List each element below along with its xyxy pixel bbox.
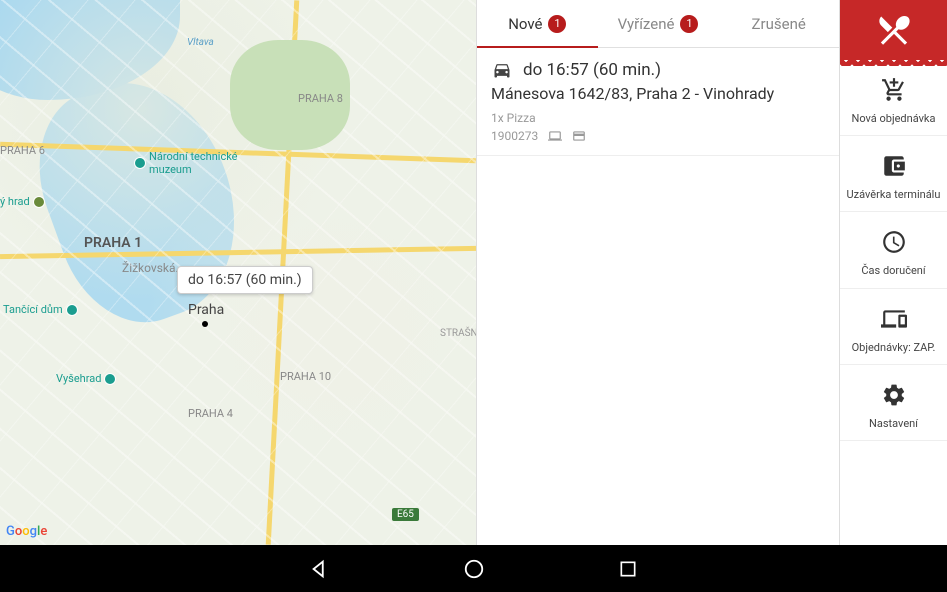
button-label: Uzávěrka terminálu [844,188,943,201]
map-water-label: Vltava [187,37,214,48]
home-button[interactable] [462,557,486,581]
tab-new[interactable]: Nové 1 [477,0,598,47]
tab-label: Zrušené [752,15,806,33]
order-address: Mánesova 1642/83, Praha 2 - Vinohrady [491,84,825,103]
map-district-label: PRAHA 8 [298,92,343,105]
devices-icon [844,305,943,333]
order-items: 1x Pizza [491,111,825,125]
order-tabs: Nové 1 Vyřízené 1 Zrušené [477,0,839,48]
sidebar: Nová objednávka Uzávěrka terminálu Čas d… [839,0,947,545]
button-label: Nastavení [844,417,943,430]
map-center-label: Praha [188,302,224,318]
map-district-label: PRAHA 6 [0,144,45,157]
settings-button[interactable]: Nastavení [840,365,947,441]
new-order-button[interactable]: Nová objednávka [840,60,947,136]
poi-marker-icon [134,157,146,169]
tab-done[interactable]: Vyřízené 1 [598,0,719,47]
wallet-icon [844,152,943,180]
poi-label: ý hrad [0,195,30,208]
button-label: Nová objednávka [844,112,943,125]
map-district-label: PRAHA 1 [84,235,142,251]
add-cart-icon [844,76,943,104]
order-time: do 16:57 (60 min.) [523,60,661,80]
map-poi[interactable]: Tančící dům [3,303,78,316]
map-center-marker-icon [202,321,208,327]
back-button[interactable] [308,557,332,581]
tab-label: Vyřízené [618,15,675,33]
clock-icon [844,228,943,256]
map-poi[interactable]: Národní technické muzeum [134,150,238,176]
tab-badge: 1 [680,15,698,33]
poi-label: Národní technické muzeum [149,150,238,176]
poi-label: Tančící dům [3,303,63,316]
tab-label: Nové [508,15,542,33]
tab-cancelled[interactable]: Zrušené [718,0,839,47]
google-logo: Google [6,524,47,539]
terminal-close-button[interactable]: Uzávěrka terminálu [840,136,947,212]
map-tooltip[interactable]: do 16:57 (60 min.) [177,266,313,294]
recents-button[interactable] [616,557,640,581]
map-road-label: STRAŠN [440,328,476,339]
map-poi[interactable]: Vyšehrad [56,372,116,385]
orders-panel: Nové 1 Vyřízené 1 Zrušené do 16:57 (60 m… [476,0,839,545]
map-poi[interactable]: ý hrad [0,195,45,208]
car-icon [491,60,513,80]
order-card[interactable]: do 16:57 (60 min.) Mánesova 1642/83, Pra… [477,48,839,156]
delivery-time-button[interactable]: Čas doručení [840,212,947,288]
poi-marker-icon [104,373,116,385]
credit-card-icon [572,129,586,143]
button-label: Čas doručení [844,264,943,277]
map-district-label: PRAHA 4 [188,407,233,420]
poi-label: Vyšehrad [56,372,101,385]
app-logo [840,0,947,60]
cutlery-icon [875,11,913,49]
android-navbar [0,545,947,592]
map-neighborhood-label: Žižkovská... [122,261,185,275]
orders-toggle-button[interactable]: Objednávky: ZAP. [840,289,947,365]
map-panel[interactable]: PRAHA 1 PRAHA 6 PRAHA 8 PRAHA 4 PRAHA 10… [0,0,476,545]
order-id: 1900273 [491,129,538,143]
button-label: Objednávky: ZAP. [844,341,943,354]
road-shield: E65 [392,508,419,521]
poi-marker-icon [66,304,78,316]
map-district-label: PRAHA 10 [280,370,331,383]
gear-icon [844,381,943,409]
laptop-icon [548,129,562,143]
tab-badge: 1 [548,15,566,33]
poi-marker-icon [33,196,45,208]
